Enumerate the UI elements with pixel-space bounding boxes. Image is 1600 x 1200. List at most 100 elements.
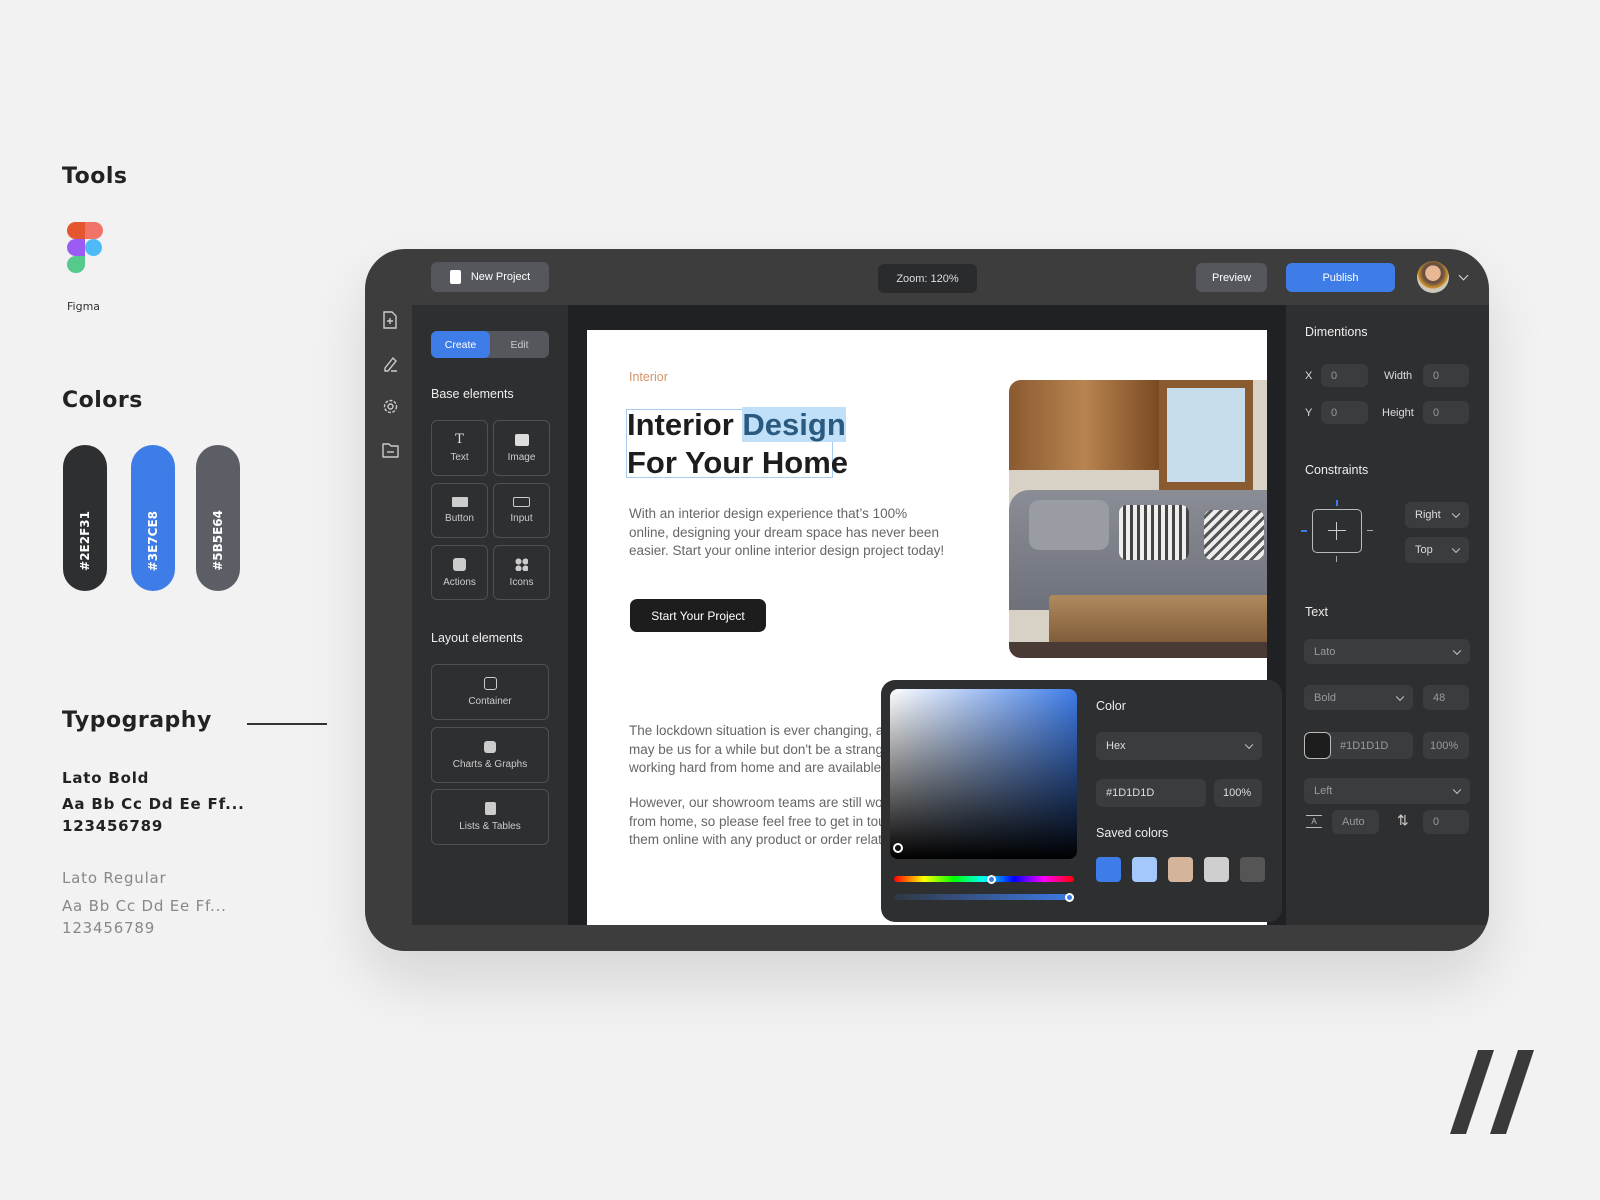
- vertical-constraint-select[interactable]: Top: [1405, 537, 1469, 563]
- grid-icon: [515, 557, 528, 571]
- preview-button[interactable]: Preview: [1196, 263, 1267, 292]
- regular-font-sample: Aa Bb Cc Dd Ee Ff...: [62, 897, 227, 915]
- height-input[interactable]: 0: [1423, 401, 1469, 424]
- chevron-down-icon: [1395, 692, 1405, 701]
- folder-icon[interactable]: [382, 442, 399, 458]
- element-image[interactable]: Image: [493, 420, 550, 476]
- checkbox-icon: [453, 557, 466, 571]
- opacity-slider[interactable]: [894, 894, 1074, 900]
- typography-title: Typography: [62, 708, 212, 733]
- text-color-swatch[interactable]: [1304, 732, 1331, 759]
- height-label: Height: [1382, 407, 1414, 419]
- font-family-select[interactable]: Lato: [1304, 639, 1470, 664]
- bold-font-name: Lato Bold: [62, 769, 150, 787]
- intro-paragraph: With an interior design experience that’…: [629, 506, 945, 559]
- element-button[interactable]: Button: [431, 483, 488, 538]
- opacity-handle[interactable]: [1065, 893, 1074, 902]
- list-icon: [484, 802, 496, 815]
- saturation-picker[interactable]: [890, 689, 1077, 859]
- align-value: Left: [1314, 785, 1333, 797]
- chevron-down-icon: [1244, 740, 1254, 750]
- tile-label: Button: [445, 513, 474, 524]
- tile-label: Icons: [509, 576, 534, 588]
- interior-photo: [1009, 380, 1267, 658]
- figma-logo-icon: [67, 222, 104, 274]
- color-swatch-gray: #5B5E64: [196, 445, 240, 591]
- element-container[interactable]: Container: [431, 664, 549, 720]
- new-project-button[interactable]: New Project: [431, 262, 549, 292]
- constraints-widget[interactable]: [1301, 500, 1373, 562]
- tile-label: Charts & Graphs: [452, 758, 528, 770]
- gear-icon[interactable]: [382, 398, 399, 415]
- hue-handle[interactable]: [987, 875, 996, 884]
- y-input[interactable]: 0: [1321, 401, 1368, 424]
- text-align-select[interactable]: Left: [1304, 778, 1470, 804]
- dimensions-title: Dimentions: [1305, 325, 1368, 339]
- brand-slash-logo: [1450, 1050, 1534, 1134]
- tab-edit[interactable]: Edit: [490, 331, 549, 358]
- x-label: X: [1305, 370, 1313, 382]
- x-input[interactable]: 0: [1321, 364, 1368, 387]
- tile-label: Input: [510, 513, 533, 524]
- chevron-down-icon: [1451, 509, 1461, 519]
- hero-heading[interactable]: Interior Design For Your Home: [627, 406, 848, 482]
- saved-color-swatch[interactable]: [1204, 857, 1229, 882]
- width-label: Width: [1384, 370, 1413, 382]
- element-input[interactable]: Input: [493, 483, 550, 538]
- account-chevron-down-icon[interactable]: [1458, 270, 1469, 281]
- color-picker-popover: Color Hex #1D1D1D 100% Saved colors: [881, 680, 1282, 922]
- body-paragraph-2: However, our showroom teams are still wo…: [629, 795, 905, 848]
- width-input[interactable]: 0: [1423, 364, 1469, 387]
- element-text[interactable]: T Text: [431, 420, 488, 476]
- regular-font-name: Lato Regular: [62, 869, 167, 887]
- tile-label: Image: [507, 451, 536, 463]
- eyebrow-label: Interior: [629, 370, 668, 384]
- color-format-select[interactable]: Hex: [1096, 732, 1262, 760]
- zoom-indicator[interactable]: Zoom: 120%: [878, 264, 977, 293]
- horizontal-constraint-select[interactable]: Right: [1405, 502, 1469, 528]
- element-charts[interactable]: Charts & Graphs: [431, 727, 549, 783]
- saved-color-swatch[interactable]: [1096, 857, 1121, 882]
- start-project-button[interactable]: Start Your Project: [630, 599, 766, 632]
- divider: [247, 723, 327, 725]
- saturation-handle[interactable]: [893, 843, 903, 853]
- text-opacity-input[interactable]: 100%: [1423, 732, 1469, 759]
- button-icon: [451, 497, 468, 507]
- editor-window: New Project Zoom: 120% Preview Publish C…: [365, 249, 1489, 951]
- saved-color-swatch[interactable]: [1168, 857, 1193, 882]
- file-add-icon[interactable]: [382, 311, 398, 329]
- hue-slider[interactable]: [894, 876, 1074, 882]
- pencil-icon[interactable]: [382, 355, 398, 373]
- weight-value: Bold: [1314, 691, 1337, 704]
- element-actions[interactable]: Actions: [431, 545, 488, 600]
- opacity-input[interactable]: 100%: [1214, 779, 1262, 807]
- hex-input[interactable]: #1D1D1D: [1096, 779, 1206, 807]
- new-project-label: New Project: [470, 271, 531, 283]
- bold-font-sample: Aa Bb Cc Dd Ee Ff...: [62, 795, 245, 813]
- element-icons[interactable]: Icons: [493, 545, 550, 600]
- y-label: Y: [1305, 407, 1313, 419]
- elements-panel: Create Edit Base elements T Text Image Bu…: [412, 305, 568, 925]
- properties-panel: Dimentions X 0 Width 0 Y 0 Height 0 Cons…: [1286, 305, 1489, 925]
- font-size-input[interactable]: 48: [1423, 685, 1469, 710]
- saved-color-swatch[interactable]: [1132, 857, 1157, 882]
- bold-font-numbers: 123456789: [62, 817, 164, 835]
- letter-spacing-input[interactable]: 0: [1423, 810, 1469, 834]
- tab-create[interactable]: Create: [431, 331, 490, 358]
- element-lists[interactable]: Lists & Tables: [431, 789, 549, 845]
- publish-button[interactable]: Publish: [1286, 263, 1395, 292]
- saved-colors-list: [1096, 857, 1265, 882]
- user-avatar[interactable]: [1417, 261, 1449, 293]
- image-icon: [514, 433, 529, 446]
- line-height-icon: A: [1306, 815, 1322, 828]
- text-section-title: Text: [1305, 605, 1328, 619]
- saved-color-swatch[interactable]: [1240, 857, 1265, 882]
- chevron-down-icon: [1452, 785, 1462, 795]
- font-value: Lato: [1314, 645, 1336, 658]
- chevron-down-icon: [1452, 646, 1462, 655]
- font-weight-select[interactable]: Bold: [1304, 685, 1413, 710]
- line-height-input[interactable]: Auto: [1332, 810, 1379, 834]
- text-color-value: #1D1D1D: [1340, 739, 1389, 752]
- document-icon: [449, 270, 461, 284]
- mode-tabs: Create Edit: [431, 331, 549, 358]
